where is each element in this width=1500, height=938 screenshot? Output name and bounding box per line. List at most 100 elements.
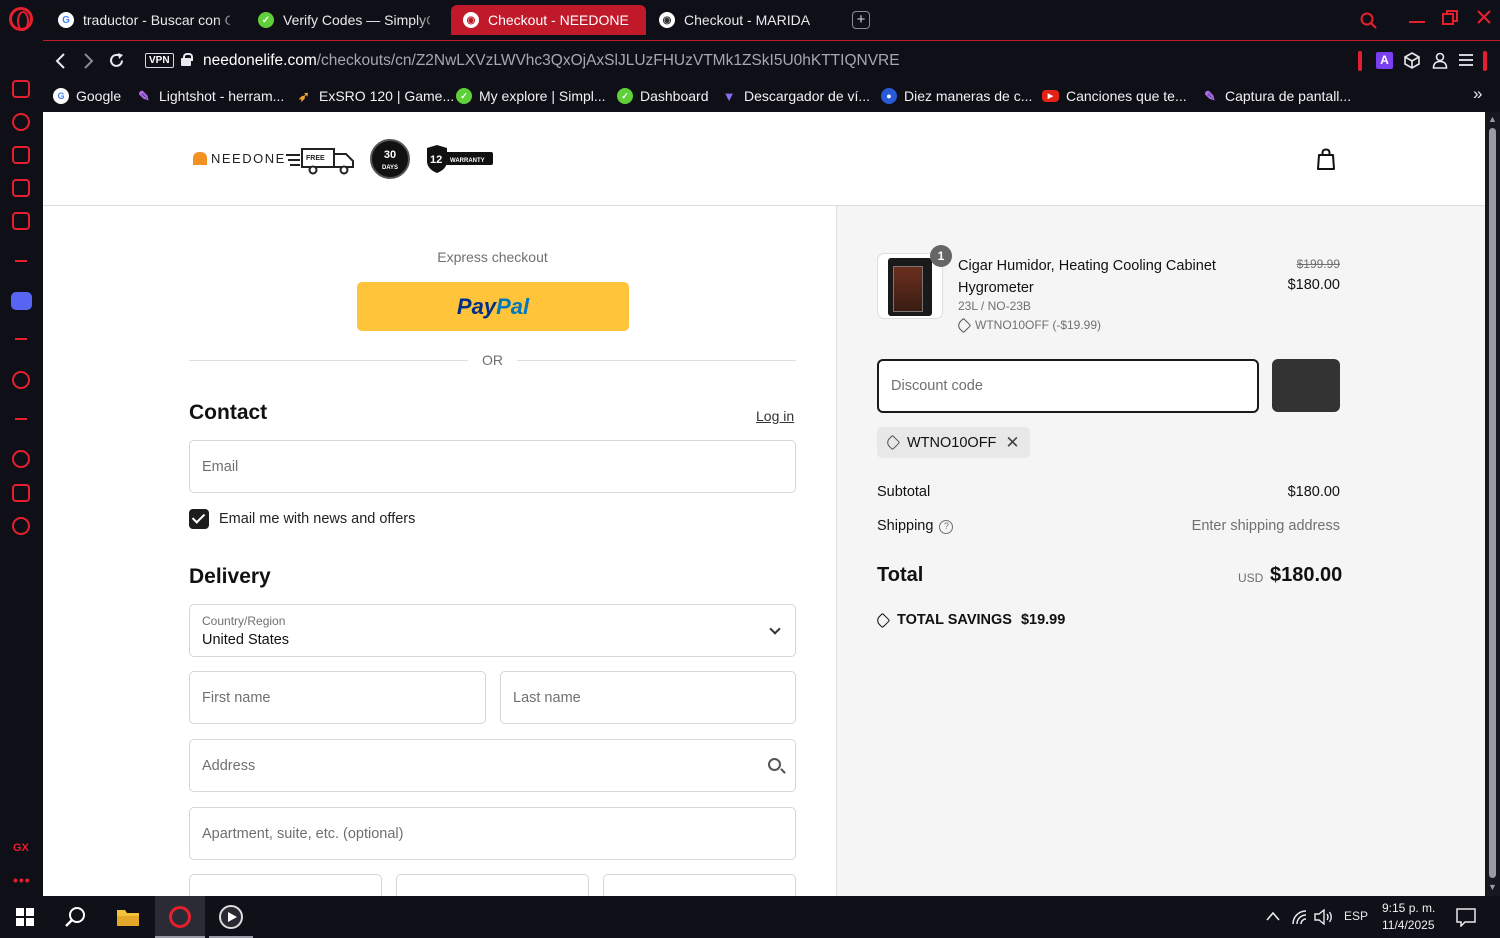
paypal-logo-pal: Pal	[496, 293, 530, 319]
reload-icon[interactable]	[108, 52, 125, 69]
file-explorer-button[interactable]	[103, 896, 153, 938]
newsletter-checkbox[interactable]	[189, 509, 209, 529]
bookmark-my-explore[interactable]: ✓ My explore | Simpl...	[456, 85, 606, 107]
tab-title: Checkout - NEEDONE	[488, 12, 629, 28]
needone-logo[interactable]: NEEDONE	[193, 151, 286, 166]
state-field[interactable]	[396, 874, 589, 896]
zip-field[interactable]	[603, 874, 796, 896]
wifi-icon[interactable]	[1291, 909, 1309, 925]
subtotal-value: $180.00	[1287, 484, 1340, 500]
gx-label[interactable]: GX	[13, 842, 29, 854]
simplycodes-icon: ✓	[456, 88, 472, 104]
history-icon[interactable]	[12, 450, 30, 468]
volume-icon[interactable]	[1314, 909, 1334, 925]
tab-title: traductor - Buscar con Go	[83, 12, 230, 28]
address-field[interactable]	[189, 739, 796, 792]
bookmark-descargador[interactable]: ▼ Descargador de ví...	[721, 85, 871, 107]
more-bookmarks-icon[interactable]: »	[1473, 84, 1482, 104]
opera-gx-icon	[169, 906, 191, 928]
bookmark-exsro[interactable]: ➶ ExSRO 120 | Game...	[296, 85, 454, 107]
city-field[interactable]	[189, 874, 382, 896]
bookmark-label: Lightshot - herram...	[159, 88, 285, 104]
music-icon[interactable]	[12, 212, 30, 230]
gx-corner-icon[interactable]	[12, 146, 30, 164]
scroll-down-icon[interactable]: ▼	[1488, 882, 1497, 892]
url-field[interactable]: needonelife.com/checkouts/cn/Z2NwLXVzLWV…	[203, 52, 900, 70]
apartment-input[interactable]	[190, 808, 795, 859]
scroll-up-icon[interactable]: ▲	[1488, 114, 1497, 124]
discord-icon[interactable]	[11, 292, 32, 310]
bookmark-captura[interactable]: ✎ Captura de pantall...	[1202, 85, 1351, 107]
bookmark-lightshot[interactable]: ✎ Lightshot - herram...	[136, 85, 284, 107]
product-name: Cigar Humidor, Heating Cooling Cabinet H…	[958, 258, 1216, 296]
extension-a-icon[interactable]: A	[1376, 52, 1393, 69]
scrollbar-thumb[interactable]	[1489, 128, 1496, 878]
bookmark-dashboard[interactable]: ✓ Dashboard	[617, 85, 709, 107]
taskbar-search-button[interactable]	[50, 896, 100, 938]
address-input[interactable]	[190, 740, 795, 791]
start-button[interactable]	[0, 896, 50, 938]
last-name-field[interactable]	[500, 671, 796, 724]
order-summary: 1 Cigar Humidor, Heating Cooling Cabinet…	[836, 206, 1485, 896]
apply-discount-button[interactable]	[1272, 359, 1340, 412]
tab-checkout-marida[interactable]: ◉ Checkout - MARIDA	[647, 5, 843, 35]
original-price: $199.99	[1296, 257, 1340, 271]
url-host: needonelife.com	[203, 52, 317, 69]
remove-code-icon[interactable]: ✕	[1005, 433, 1019, 453]
notification-center-icon[interactable]	[1456, 908, 1476, 927]
tab-traductor[interactable]: G traductor - Buscar con Go	[46, 5, 242, 35]
tab-checkout-needone[interactable]: ◉ Checkout - NEEDONE	[451, 5, 646, 35]
sidebar-more-icon[interactable]: •••	[13, 872, 31, 888]
first-name-field[interactable]	[189, 671, 486, 724]
bookmark-canciones[interactable]: ▶ Canciones que te...	[1042, 85, 1187, 107]
sidebar-divider	[15, 418, 27, 420]
minimize-icon[interactable]	[1408, 10, 1426, 28]
media-player-button[interactable]	[206, 896, 256, 938]
new-tab-button[interactable]: +	[852, 11, 870, 29]
back-icon[interactable]	[54, 53, 66, 69]
paypal-button[interactable]: Pay Pal	[357, 282, 629, 331]
lock-icon[interactable]	[181, 53, 193, 66]
product-discount: WTNO10OFF (-$19.99)	[955, 317, 1101, 333]
profile-icon[interactable]	[1432, 52, 1448, 69]
easy-setup-icon[interactable]	[1459, 53, 1473, 67]
tab-verify-codes[interactable]: ✓ Verify Codes — SimplyCo	[246, 5, 442, 35]
system-clock[interactable]: 9:15 p. m. 11/4/2025	[1382, 900, 1435, 934]
bookmark-google[interactable]: G Google	[53, 85, 121, 107]
newsletter-label: Email me with news and offers	[219, 511, 416, 527]
shopping-bag-icon[interactable]	[1316, 148, 1336, 170]
bookmark-diez-maneras[interactable]: ● Diez maneras de c...	[881, 85, 1032, 107]
gx-control-icon[interactable]	[12, 113, 30, 131]
bookmark-label: ExSRO 120 | Game...	[319, 88, 455, 104]
windows-logo-icon	[16, 908, 34, 926]
opera-menu-icon[interactable]	[9, 7, 33, 31]
search-tabs-icon[interactable]	[1360, 12, 1378, 30]
player-icon[interactable]	[12, 371, 30, 389]
cleaner-icon[interactable]	[12, 179, 30, 197]
help-icon[interactable]: ?	[939, 520, 954, 534]
tray-chevron-up-icon[interactable]	[1266, 911, 1280, 921]
log-in-link[interactable]: Log in	[756, 408, 794, 424]
last-name-input[interactable]	[501, 672, 795, 723]
discount-code-field[interactable]	[877, 359, 1259, 413]
warranty-text: WARRANTY	[450, 158, 485, 164]
first-name-input[interactable]	[190, 672, 485, 723]
email-field[interactable]	[189, 440, 796, 493]
discount-code-input[interactable]	[879, 361, 1257, 411]
extensions-icon[interactable]	[12, 484, 30, 502]
settings-icon[interactable]	[12, 517, 30, 535]
feather-icon: ✎	[138, 87, 150, 104]
cube-extension-icon[interactable]	[1404, 52, 1420, 69]
messenger-icon[interactable]	[12, 80, 30, 98]
email-input[interactable]	[190, 441, 795, 492]
country-select[interactable]: Country/Region United States	[189, 604, 796, 657]
forward-icon[interactable]	[83, 53, 95, 69]
opera-taskbar-button[interactable]	[155, 896, 205, 938]
vpn-badge[interactable]: VPN	[145, 53, 174, 68]
apartment-field[interactable]	[189, 807, 796, 860]
close-window-icon[interactable]	[1476, 9, 1492, 25]
warranty-badge-icon: 12 WARRANTY	[427, 145, 493, 173]
restore-icon[interactable]	[1442, 10, 1458, 26]
language-indicator[interactable]: ESP	[1344, 909, 1368, 923]
country-value: United States	[202, 632, 290, 648]
